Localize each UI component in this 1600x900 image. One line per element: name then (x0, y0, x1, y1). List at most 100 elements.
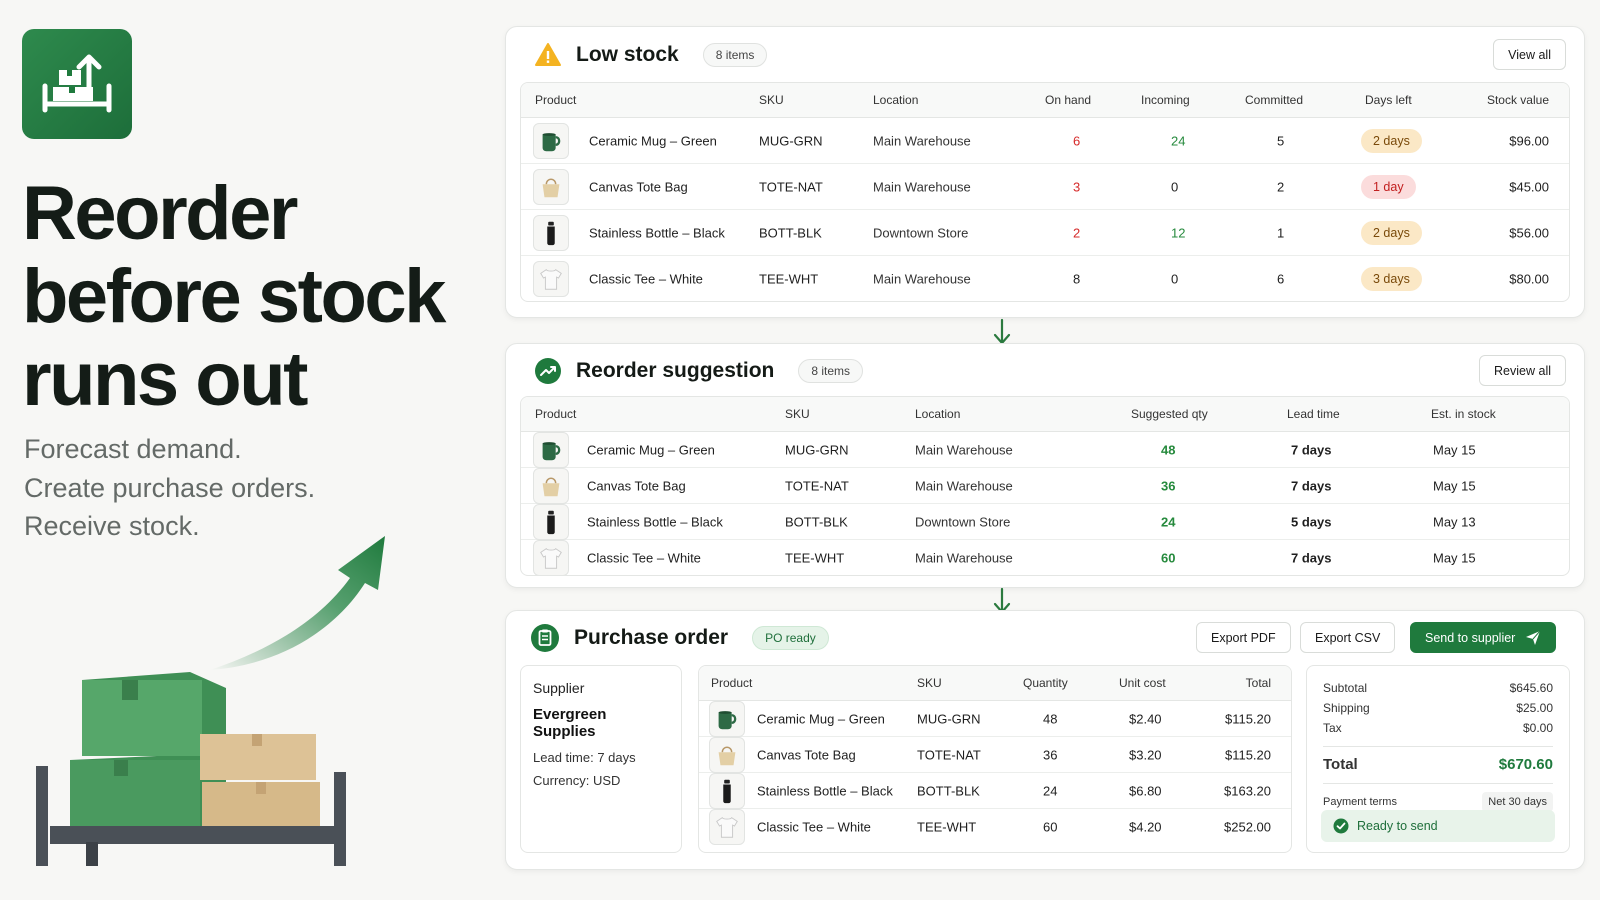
product-name: Canvas Tote Bag (757, 747, 856, 762)
shipping-row: Shipping $25.00 (1323, 698, 1553, 718)
tax-label: Tax (1323, 721, 1342, 735)
line-total: $115.20 (1224, 711, 1271, 726)
subtotal-label: Subtotal (1323, 681, 1368, 695)
line-total: $252.00 (1224, 819, 1271, 835)
table-row[interactable]: Canvas Tote Bag TOTE-NAT Main Warehouse 3 0 2… (521, 164, 1569, 210)
days-left: 2 days (1361, 220, 1422, 245)
mug-thumbnail (709, 700, 745, 737)
growth-arrow-icon (210, 536, 385, 670)
table-row[interactable]: Classic Tee – White TEE-WHT Main Warehouse… (521, 256, 1569, 301)
column-header: Days left (1365, 93, 1412, 107)
export-csv-button[interactable]: Export CSV (1300, 622, 1396, 653)
sku: MUG-GRN (917, 711, 981, 726)
send-icon (1526, 630, 1541, 645)
table-row[interactable]: Stainless Bottle – Black BOTT-BLK Downtown… (521, 503, 1569, 540)
table-row[interactable]: Classic Tee – White TEE-WHT 60 $4.20 $252.00 (699, 809, 1291, 845)
product-name: Canvas Tote Bag (589, 179, 688, 194)
review-all-button[interactable]: Review all (1479, 355, 1566, 386)
table-header: Product SKU Location On hand Incoming Co… (521, 83, 1569, 118)
table-row[interactable]: Ceramic Mug – Green MUG-GRN Main Warehouse… (521, 431, 1569, 468)
product-name: Stainless Bottle – Black (589, 225, 725, 240)
view-all-button[interactable]: View all (1493, 39, 1566, 70)
days-left-badge: 3 days (1361, 267, 1422, 291)
sku: MUG-GRN (785, 442, 849, 457)
sku: TEE-WHT (785, 550, 845, 566)
suggested-qty: 36 (1161, 478, 1176, 493)
stock-value: $96.00 (1509, 133, 1549, 148)
column-header: Location (873, 93, 919, 107)
inventory-upload-icon (42, 54, 112, 113)
supplier-name: Evergreen Supplies (533, 706, 607, 740)
bottle-thumbnail (533, 214, 569, 251)
on-hand: 6 (1073, 133, 1081, 148)
days-left-badge: 1 day (1361, 174, 1416, 199)
est-in-stock: May 13 (1433, 514, 1476, 529)
column-header: Product (535, 93, 577, 107)
table-header: Product SKU Quantity Unit cost Total (699, 666, 1291, 701)
est-in-stock: May 15 (1433, 478, 1476, 493)
stock-value: $80.00 (1509, 271, 1549, 287)
product-name: Ceramic Mug – Green (587, 442, 715, 457)
item-count-badge: 8 items (702, 43, 768, 67)
suggested-qty: 24 (1161, 514, 1176, 529)
days-left-badge: 2 days (1361, 128, 1422, 153)
tax-value: $0.00 (1522, 721, 1553, 735)
tote-thumbnail (533, 168, 569, 205)
mug-thumbnail (533, 431, 569, 468)
sku: TOTE-NAT (759, 179, 823, 194)
trend-up-icon (535, 358, 561, 384)
check-circle-icon (1333, 818, 1349, 834)
supplier-currency: Currency: USD (533, 773, 621, 788)
payment-terms-value: Net 30 days (1482, 792, 1553, 812)
table-row[interactable]: Classic Tee – White TEE-WHT Main Warehouse… (521, 540, 1569, 575)
reorder-table: Product SKU Location Suggested qty Lead … (520, 396, 1570, 576)
quantity: 24 (1043, 783, 1058, 798)
committed: 6 (1277, 271, 1285, 287)
app-logo (22, 29, 132, 139)
product-name: Stainless Bottle – Black (587, 514, 723, 529)
committed: 5 (1277, 133, 1285, 148)
table-row[interactable]: Ceramic Mug – Green MUG-GRN 48 $2.40 $115.20 (699, 700, 1291, 737)
table-row[interactable]: Ceramic Mug – Green MUG-GRN Main Warehouse… (521, 118, 1569, 164)
hero-subtitle-line: Create purchase orders. (24, 472, 316, 503)
shipping-value: $25.00 (1516, 701, 1553, 715)
column-header: Suggested qty (1131, 407, 1208, 421)
lead-time: 7 days (1291, 550, 1332, 566)
location: Downtown Store (915, 514, 1011, 529)
est-in-stock: May 15 (1433, 550, 1476, 566)
low-stock-header: Low stock 8 items (534, 42, 768, 68)
reorder-header: Reorder suggestion 8 items (534, 357, 864, 385)
suggested-qty: 60 (1161, 550, 1176, 566)
po-line-items-table: Product SKU Quantity Unit cost Total Cer… (698, 665, 1292, 853)
low-stock-table: Product SKU Location On hand Incoming Co… (520, 82, 1570, 302)
hero-title: Reorder before stock runs out (22, 171, 446, 422)
ready-status: Ready to send (1321, 810, 1555, 842)
send-to-supplier-button[interactable]: Send to supplier (1410, 622, 1557, 653)
tee-thumbnail (709, 809, 745, 845)
column-header: Location (915, 407, 961, 421)
export-pdf-button[interactable]: Export PDF (1196, 622, 1291, 653)
tote-thumbnail (533, 467, 569, 504)
item-count-badge: 8 items (798, 359, 864, 383)
supplier-panel: Supplier Evergreen Supplies Lead time: 7… (520, 665, 682, 853)
total-value: $670.60 (1498, 756, 1553, 773)
boxes-illustration (36, 536, 385, 866)
payment-terms-row: Payment terms Net 30 days (1323, 792, 1553, 812)
table-row[interactable]: Stainless Bottle – Black BOTT-BLK Downtown… (521, 210, 1569, 256)
table-row[interactable]: Canvas Tote Bag TOTE-NAT 36 $3.20 $115.20 (699, 736, 1291, 773)
sku: TEE-WHT (917, 819, 977, 835)
reorder-title: Reorder suggestion (576, 359, 775, 382)
line-total: $115.20 (1224, 747, 1271, 762)
est-in-stock: May 15 (1433, 442, 1476, 457)
incoming: 0 (1171, 271, 1179, 287)
bottle-thumbnail (709, 772, 745, 809)
table-row[interactable]: Canvas Tote Bag TOTE-NAT Main Warehouse 36 7… (521, 467, 1569, 504)
table-row[interactable]: Stainless Bottle – Black BOTT-BLK 24 $6.80 $… (699, 772, 1291, 809)
tote-thumbnail (709, 736, 745, 773)
product-name: Stainless Bottle – Black (757, 783, 893, 798)
warning-icon (535, 43, 561, 66)
stock-value: $56.00 (1509, 225, 1549, 240)
on-hand: 3 (1073, 179, 1081, 194)
table-header: Product SKU Location Suggested qty Lead … (521, 397, 1569, 432)
product-name: Ceramic Mug – Green (589, 133, 717, 148)
